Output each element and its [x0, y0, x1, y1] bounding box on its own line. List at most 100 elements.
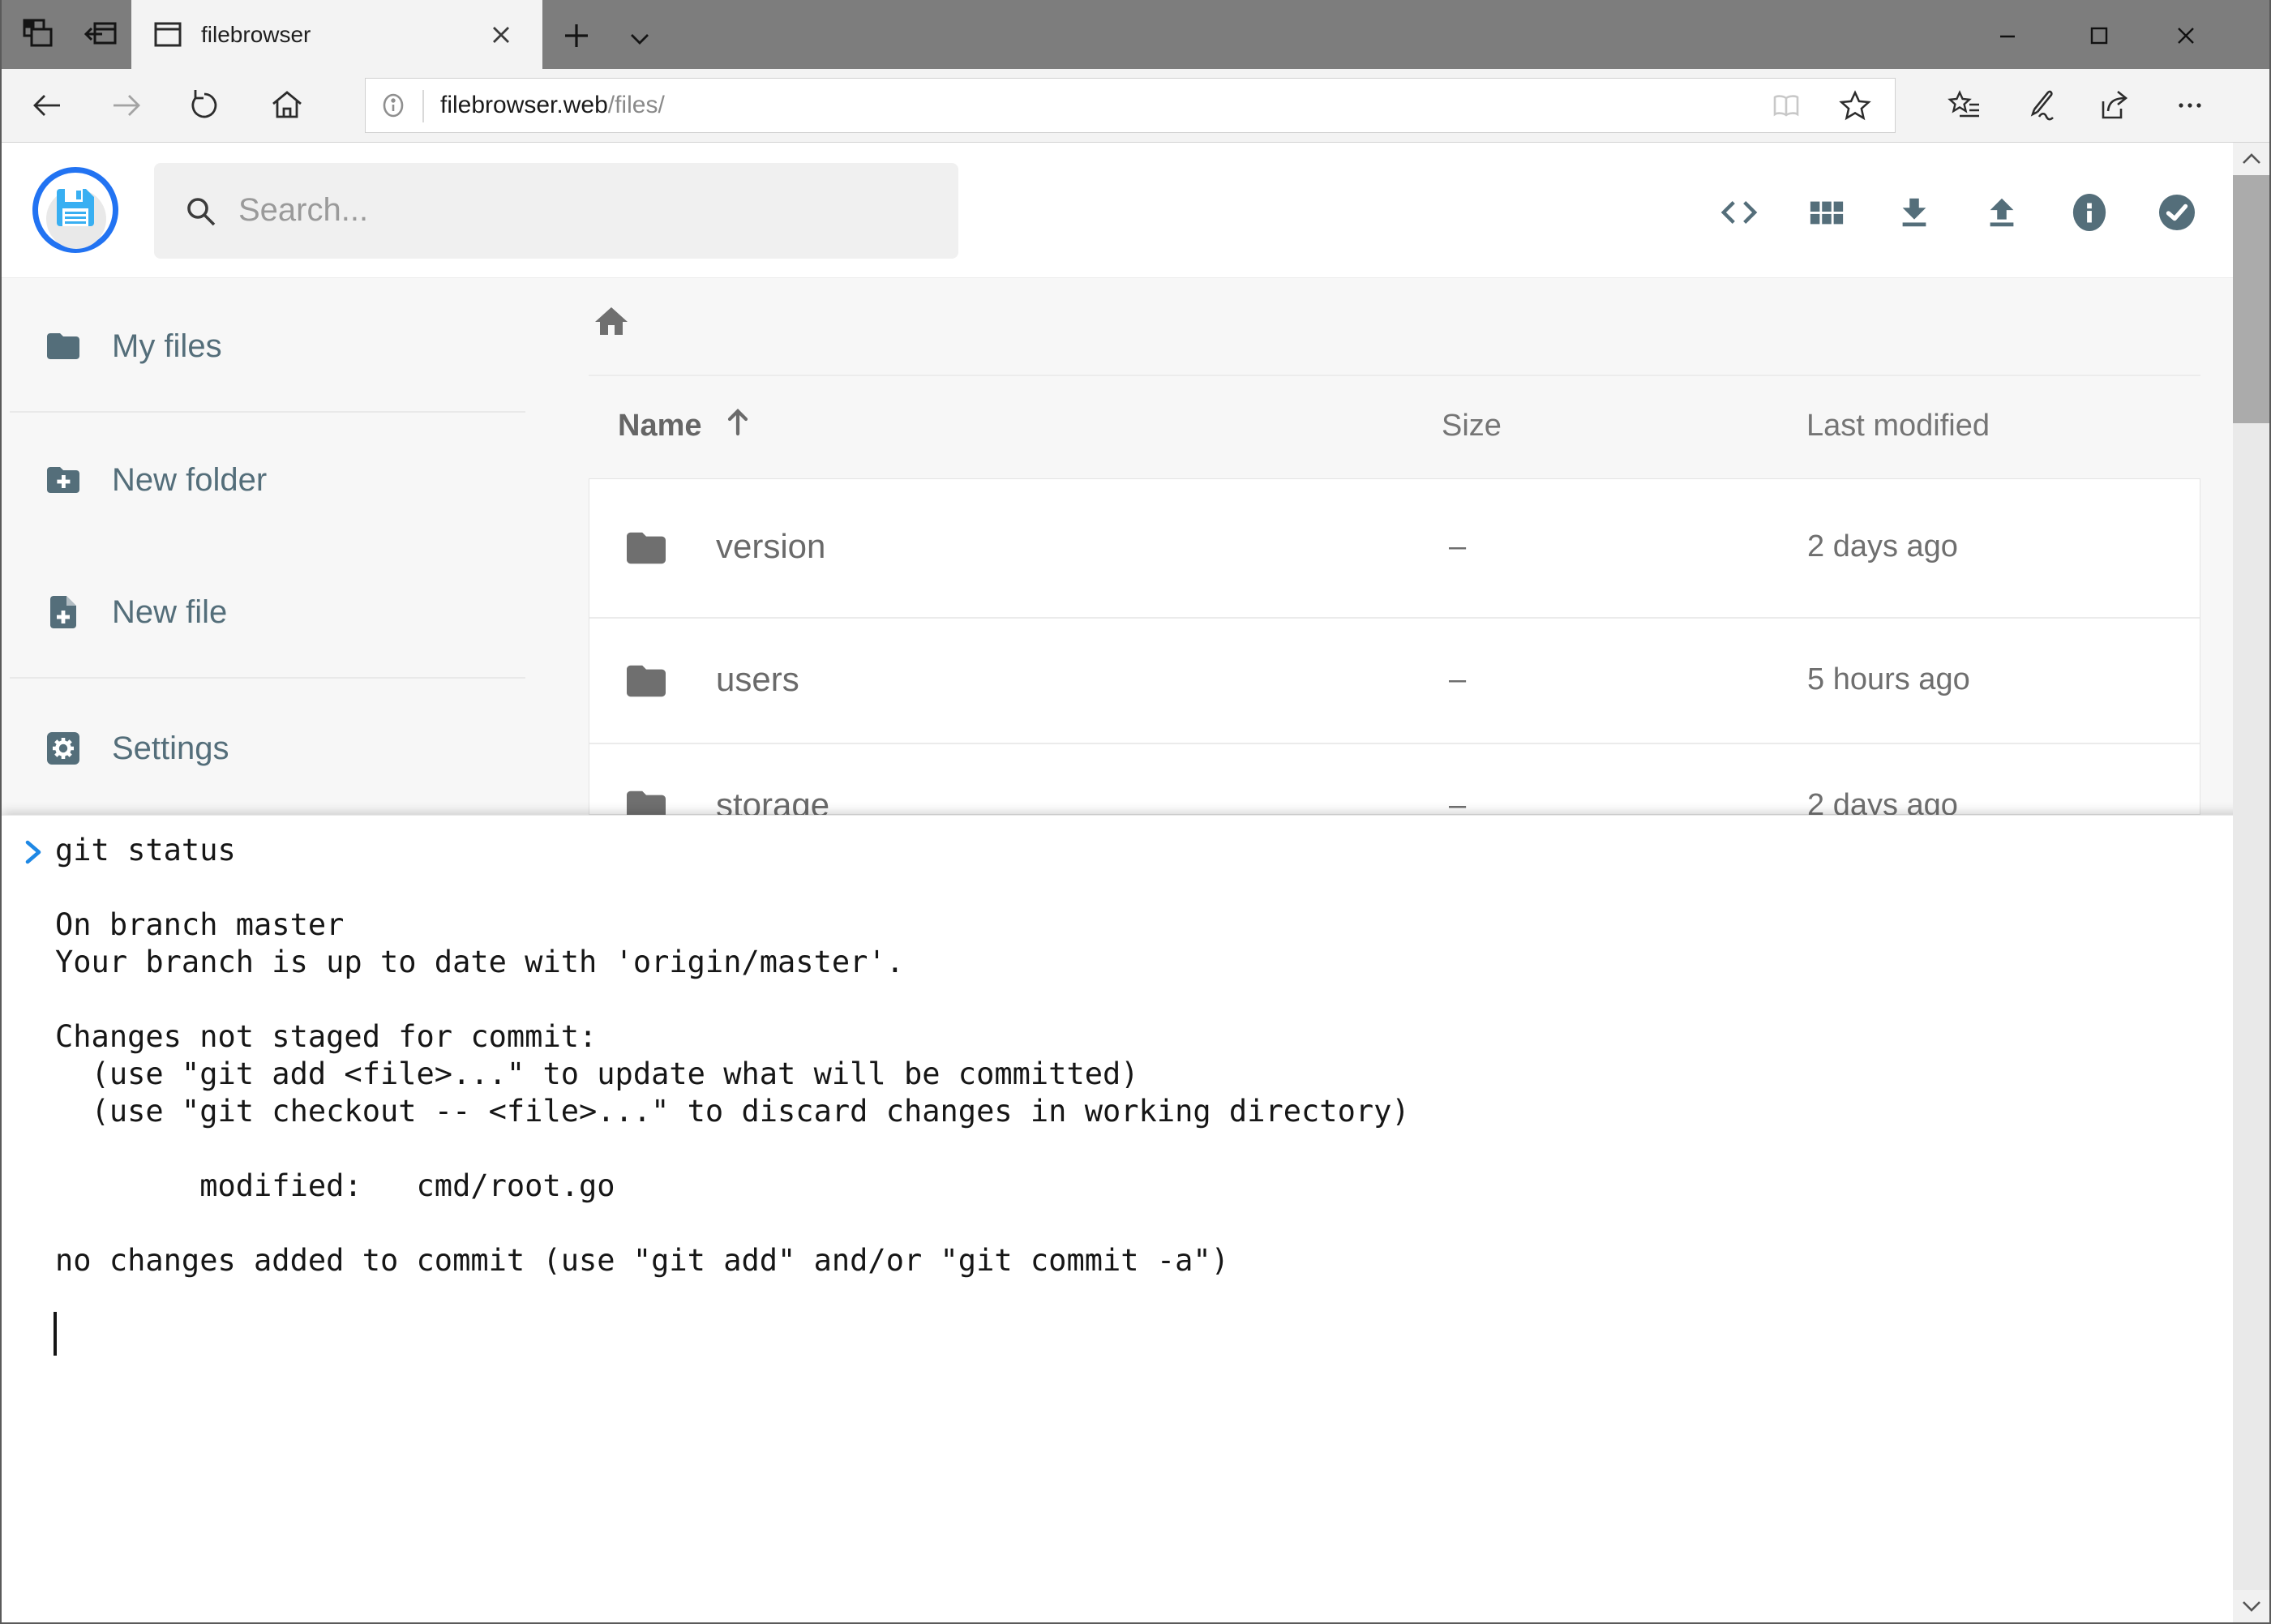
back-icon — [29, 88, 65, 123]
sidebar-item-label: New file — [112, 594, 227, 631]
search-input[interactable] — [238, 163, 936, 257]
sidebar-item-my-files[interactable]: My files — [2, 309, 529, 384]
folder-icon — [44, 327, 83, 366]
breadcrumb-home-button[interactable] — [592, 302, 631, 341]
maximize-icon — [2087, 24, 2111, 48]
search-icon — [183, 194, 217, 228]
sidebar-item-label: My files — [112, 328, 222, 365]
browser-window: filebrowser — [0, 0, 2271, 1624]
column-header-size[interactable]: Size — [1442, 409, 1502, 443]
forward-button[interactable] — [109, 88, 144, 123]
file-name: version — [716, 527, 825, 566]
minimize-button[interactable] — [1982, 18, 2033, 54]
share-button[interactable] — [2097, 88, 2132, 123]
web-note-icon — [2023, 88, 2059, 123]
share-icon — [2097, 88, 2132, 123]
more-options-button[interactable] — [2172, 88, 2208, 123]
web-note-button[interactable] — [2023, 88, 2059, 123]
tab-filebrowser[interactable]: filebrowser — [131, 0, 542, 69]
refresh-button[interactable] — [188, 88, 224, 123]
file-row-users[interactable]: users – 5 hours ago — [589, 619, 2200, 743]
file-size: – — [1449, 529, 1466, 564]
stacked-tabs-icon — [19, 16, 55, 52]
new-tab-icon — [560, 19, 593, 52]
close-window-button[interactable] — [2160, 18, 2212, 54]
terminal-cursor — [54, 1312, 57, 1356]
favorite-star-icon — [1838, 89, 1872, 123]
folder-icon — [623, 662, 670, 701]
column-header-modified[interactable]: Last modified — [1806, 409, 1990, 443]
scroll-down-button[interactable] — [2233, 1590, 2269, 1622]
more-options-icon — [2172, 88, 2208, 123]
tab-title: filebrowser — [201, 0, 311, 69]
set-tabs-aside-button[interactable] — [81, 15, 120, 54]
tab-list-chevron-icon — [625, 24, 654, 54]
sidebar-item-new-folder[interactable]: New folder — [2, 443, 529, 517]
site-info-icon — [379, 91, 408, 120]
upload-button[interactable] — [1983, 194, 2020, 231]
new-file-icon — [44, 593, 83, 632]
address-divider — [422, 90, 424, 122]
minimize-icon — [1995, 24, 2020, 48]
code-button[interactable] — [1720, 194, 1758, 231]
file-size: – — [1449, 662, 1466, 697]
chevron-down-icon — [2239, 1597, 2264, 1615]
address-bar[interactable]: filebrowser.web/files/ — [365, 78, 1896, 133]
refresh-icon — [188, 88, 224, 123]
titlebar: filebrowser — [2, 0, 2269, 69]
terminal-panel[interactable]: git status On branch master Your branch … — [2, 815, 2269, 1622]
new-tab-button[interactable] — [557, 16, 596, 55]
select-multiple-icon — [2158, 194, 2196, 231]
file-row-version[interactable]: version – 2 days ago — [589, 479, 2200, 617]
back-button[interactable] — [29, 88, 65, 123]
file-modified: 2 days ago — [1807, 529, 1958, 564]
favorites-hub-button[interactable] — [1947, 88, 1982, 123]
column-header-name[interactable]: Name — [618, 409, 702, 443]
scrollbar-thumb[interactable] — [2233, 175, 2269, 423]
filebrowser-logo — [32, 167, 118, 253]
breadcrumb-divider — [589, 375, 2200, 376]
sidebar-item-label: New folder — [112, 462, 267, 499]
terminal-output: git status On branch master Your branch … — [2, 816, 2269, 1279]
sidebar-divider — [10, 411, 525, 413]
file-list-card: version – 2 days ago users – 5 hours ago — [589, 478, 2200, 815]
reading-view-button[interactable] — [1770, 90, 1802, 122]
favorites-hub-icon — [1947, 88, 1982, 123]
sidebar-item-settings[interactable]: Settings — [2, 711, 529, 786]
page-scrollbar[interactable] — [2233, 143, 2269, 1622]
search-box — [154, 163, 958, 259]
sidebar-item-label: Settings — [112, 731, 229, 767]
home-icon — [269, 88, 305, 123]
reading-view-icon — [1770, 90, 1802, 122]
close-window-icon — [2174, 24, 2198, 48]
info-button[interactable] — [2071, 194, 2108, 231]
maximize-button[interactable] — [2073, 18, 2125, 54]
browser-toolbar: filebrowser.web/files/ — [2, 69, 2269, 143]
tab-list-button[interactable] — [620, 19, 659, 58]
close-tab-button[interactable] — [486, 20, 516, 49]
sort-ascending-icon — [720, 404, 756, 439]
web-page: My files New folder — [2, 143, 2269, 1622]
url-path: /files/ — [608, 92, 665, 118]
home-button[interactable] — [269, 88, 305, 123]
sidebar-item-new-file[interactable]: New file — [2, 575, 529, 649]
favorite-star-button[interactable] — [1838, 89, 1872, 123]
sidebar-divider — [10, 677, 525, 679]
filebrowser-header — [2, 143, 2269, 278]
grid-view-icon — [1808, 194, 1845, 231]
set-tabs-aside-icon — [83, 16, 118, 52]
forward-icon — [109, 88, 144, 123]
home-icon — [592, 302, 631, 341]
download-button[interactable] — [1896, 194, 1933, 231]
code-icon — [1720, 194, 1758, 231]
url-host: filebrowser.web — [440, 92, 608, 118]
scroll-up-button[interactable] — [2233, 143, 2269, 175]
site-info-button[interactable] — [379, 91, 408, 120]
select-multiple-button[interactable] — [2158, 194, 2196, 231]
prompt-chevron-icon — [23, 837, 44, 868]
stacked-tabs-button[interactable] — [18, 15, 57, 54]
file-modified: 5 hours ago — [1807, 662, 1970, 697]
grid-view-button[interactable] — [1808, 194, 1845, 231]
upload-icon — [1983, 194, 2020, 231]
chevron-up-icon — [2239, 150, 2264, 168]
